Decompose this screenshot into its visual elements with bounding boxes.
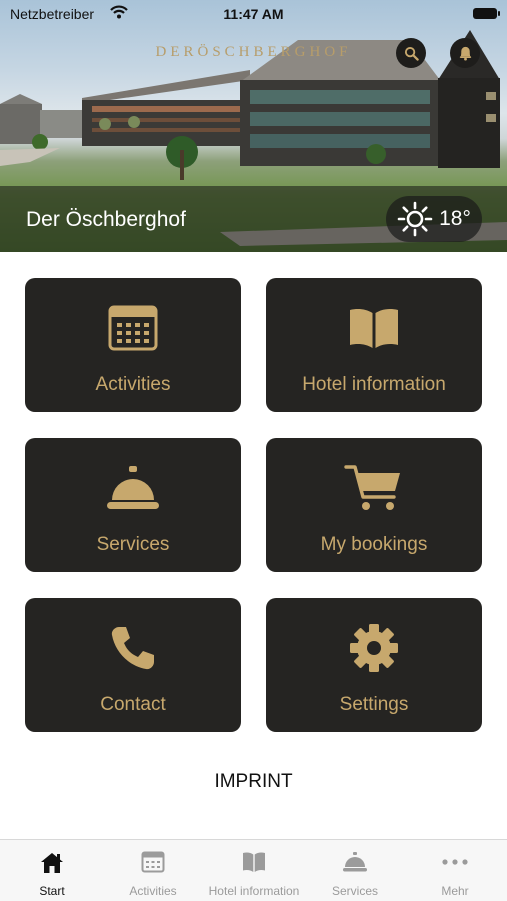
tab-label: Start bbox=[39, 884, 65, 898]
brand-logo-text: DERÖSCHBERGHOF bbox=[155, 44, 352, 60]
service-bell-icon bbox=[107, 466, 159, 509]
home-icon bbox=[41, 853, 63, 873]
status-time: 11:47 AM bbox=[223, 6, 284, 22]
tile-label: Hotel information bbox=[302, 374, 446, 395]
tab-more[interactable]: Mehr bbox=[405, 840, 505, 901]
tab-label: Hotel information bbox=[208, 884, 300, 898]
hotel-information-tile[interactable]: Hotel information bbox=[266, 278, 482, 412]
services-tile[interactable]: Services bbox=[25, 438, 241, 572]
book-icon bbox=[243, 852, 265, 872]
tile-label: Settings bbox=[339, 694, 409, 715]
search-icon bbox=[404, 46, 419, 61]
calendar-icon bbox=[141, 851, 165, 873]
settings-tile[interactable]: Settings bbox=[266, 598, 482, 732]
service-bell-icon bbox=[343, 852, 367, 872]
more-icon bbox=[442, 859, 468, 865]
weather-badge: 18° bbox=[386, 196, 482, 242]
tab-hotel-information[interactable]: Hotel information bbox=[204, 840, 304, 901]
bell-icon bbox=[459, 46, 471, 61]
search-button[interactable] bbox=[396, 38, 426, 68]
gear-icon bbox=[350, 624, 398, 672]
status-bar: Netzbetreiber 11:47 AM bbox=[0, 0, 507, 28]
tile-label: Services bbox=[96, 534, 170, 555]
tab-label: Services bbox=[331, 884, 378, 898]
sun-icon bbox=[397, 201, 433, 237]
tile-label: My bookings bbox=[320, 534, 428, 555]
battery-icon bbox=[473, 8, 500, 19]
tile-label: Activities bbox=[95, 374, 171, 395]
tab-activities[interactable]: Activities bbox=[103, 840, 203, 901]
tab-start[interactable]: Start bbox=[2, 840, 102, 901]
notifications-button[interactable] bbox=[450, 38, 480, 68]
hotel-name: Der Öschberghof bbox=[26, 208, 186, 231]
imprint-link[interactable]: IMPRINT bbox=[0, 771, 507, 793]
tab-label: Activities bbox=[129, 884, 177, 898]
hero-banner: Netzbetreiber 11:47 AM DERÖSCHBERGHOF De… bbox=[0, 0, 507, 252]
tile-label: Contact bbox=[100, 694, 166, 715]
tab-services[interactable]: Services bbox=[305, 840, 405, 901]
calendar-icon bbox=[108, 305, 158, 351]
tab-label: Mehr bbox=[441, 884, 469, 898]
tab-bar: Start Activities Hotel information Servi… bbox=[0, 839, 507, 901]
phone-icon bbox=[111, 627, 154, 670]
my-bookings-tile[interactable]: My bookings bbox=[266, 438, 482, 572]
book-icon bbox=[350, 309, 398, 348]
temperature: 18° bbox=[439, 207, 471, 230]
contact-tile[interactable]: Contact bbox=[25, 598, 241, 732]
activities-tile[interactable]: Activities bbox=[25, 278, 241, 412]
shopping-cart-icon bbox=[344, 465, 400, 510]
